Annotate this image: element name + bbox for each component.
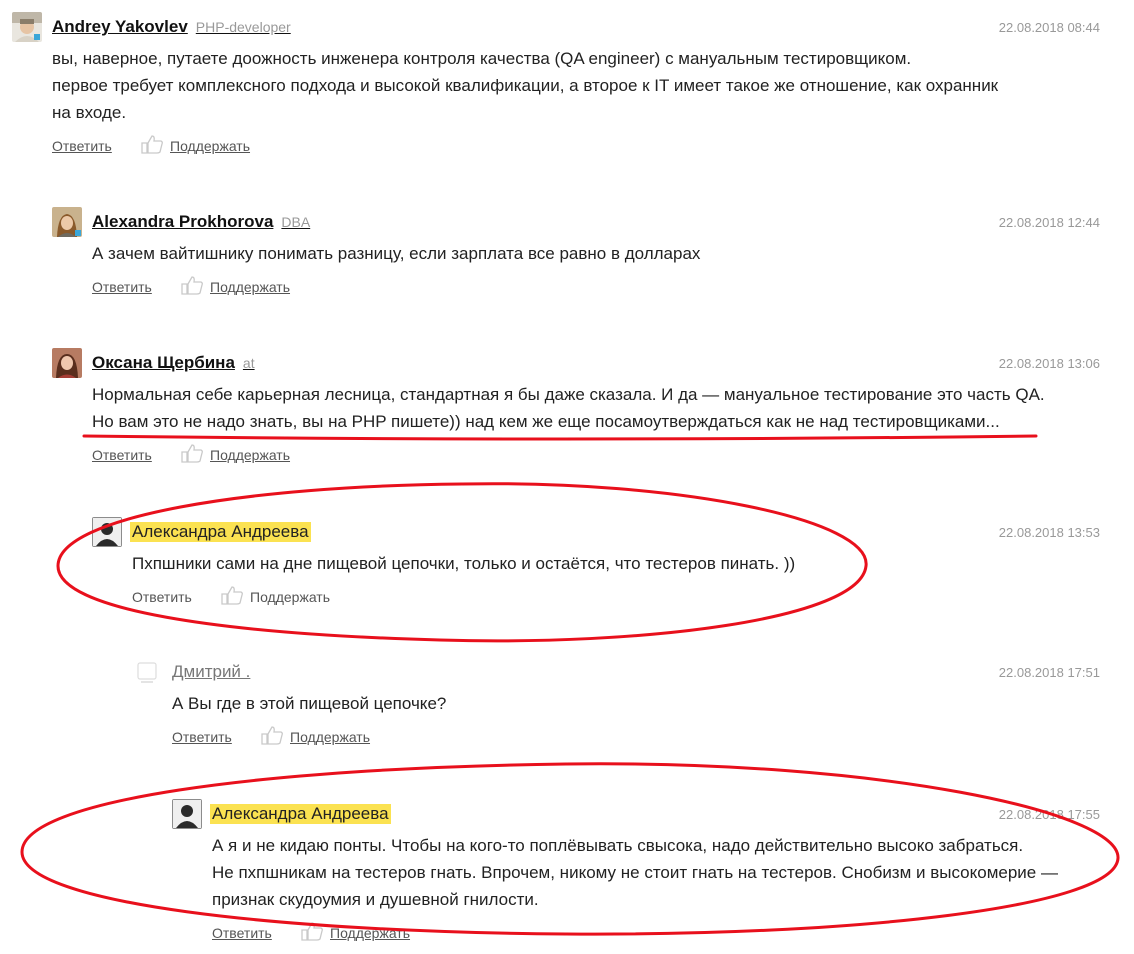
comment-datetime: 22.08.2018 17:51 [998, 665, 1100, 680]
reply-link[interactable]: Ответить [172, 729, 232, 745]
author-position: at [242, 355, 255, 371]
comment-datetime: 22.08.2018 17:55 [998, 807, 1100, 822]
comment-datetime: 22.08.2018 12:44 [998, 215, 1100, 230]
avatar[interactable] [52, 348, 82, 378]
author-name[interactable]: Александра Андреева [130, 522, 311, 542]
author-name[interactable]: Оксана Щербина at [92, 353, 255, 373]
thumbs-up-icon[interactable] [180, 443, 204, 463]
avatar[interactable] [132, 657, 162, 687]
comment-text: А зачем вайтишнику понимать разницу, есл… [92, 244, 701, 263]
avatar[interactable] [12, 12, 42, 42]
comment-header: Александра Андреева 22.08.2018 17:55 [172, 799, 1100, 829]
thumbs-up-icon[interactable] [220, 585, 244, 605]
support-link[interactable]: Поддержать [250, 589, 330, 605]
comment-datetime: 22.08.2018 08:44 [998, 20, 1100, 35]
comment-text: вы, наверное, путаете доожность инженера… [52, 49, 999, 122]
comment-actions: Ответить Поддержать [92, 443, 1100, 467]
comment-text: Нормальная себе карьерная лесница, станд… [92, 385, 1045, 431]
reply-link[interactable]: Ответить [132, 589, 192, 605]
comment: Александра Андреева 22.08.2018 13:53 Пхп… [92, 517, 1100, 609]
comment-header: Andrey Yakovlev PHP-developer 22.08.2018 … [12, 12, 1100, 42]
thumbs-up-icon[interactable] [260, 725, 284, 745]
comment-header: Александра Андреева 22.08.2018 13:53 [92, 517, 1100, 547]
support-link[interactable]: Поддержать [330, 925, 410, 941]
comment-text: Пхпшники сами на дне пищевой цепочки, то… [132, 554, 796, 573]
avatar[interactable] [52, 207, 82, 237]
comment-actions: Ответить Поддержать [212, 921, 1100, 945]
reply-link[interactable]: Ответить [212, 925, 272, 941]
support-link[interactable]: Поддержать [290, 729, 370, 745]
comment: Александра Андреева 22.08.2018 17:55 А я… [172, 799, 1100, 945]
comment-datetime: 22.08.2018 13:06 [998, 356, 1100, 371]
support-link[interactable]: Поддержать [210, 279, 290, 295]
avatar[interactable] [172, 799, 202, 829]
comment-actions: Ответить Поддержать [92, 275, 1100, 299]
reply-link[interactable]: Ответить [92, 279, 152, 295]
thumbs-up-icon[interactable] [140, 134, 164, 154]
reply-link[interactable]: Ответить [92, 447, 152, 463]
comment: Andrey Yakovlev PHP-developer 22.08.2018 … [12, 12, 1100, 158]
author-position: PHP-developer [195, 19, 291, 35]
comment-actions: Ответить Поддержать [132, 585, 1100, 609]
comment: Оксана Щербина at 22.08.2018 13:06 Нормал… [52, 348, 1100, 467]
thumbs-up-icon[interactable] [300, 921, 324, 941]
comment-actions: Ответить Поддержать [172, 725, 1100, 749]
avatar[interactable] [92, 517, 122, 547]
comment: Дмитрий . 22.08.2018 17:51 А Вы где в эт… [132, 657, 1100, 749]
support-link[interactable]: Поддержать [210, 447, 290, 463]
author-name[interactable]: Александра Андреева [210, 804, 391, 824]
comment: Alexandra Prokhorova DBA 22.08.2018 12:44… [52, 207, 1100, 299]
comment-header: Оксана Щербина at 22.08.2018 13:06 [52, 348, 1100, 378]
thumbs-up-icon[interactable] [180, 275, 204, 295]
comment-header: Дмитрий . 22.08.2018 17:51 [132, 657, 1100, 687]
author-position: DBA [281, 214, 311, 230]
comment-header: Alexandra Prokhorova DBA 22.08.2018 12:44 [52, 207, 1100, 237]
support-link[interactable]: Поддержать [170, 138, 250, 154]
author-name[interactable]: Дмитрий . [172, 662, 250, 682]
comment-text: А Вы где в этой пищевой цепочке? [172, 694, 447, 713]
comment-text: А я и не кидаю понты. Чтобы на кого-то п… [212, 836, 1058, 909]
comment-datetime: 22.08.2018 13:53 [998, 525, 1100, 540]
comment-actions: Ответить Поддержать [52, 134, 1100, 158]
author-name[interactable]: Alexandra Prokhorova DBA [92, 212, 310, 232]
reply-link[interactable]: Ответить [52, 138, 112, 154]
author-name[interactable]: Andrey Yakovlev PHP-developer [52, 17, 291, 37]
